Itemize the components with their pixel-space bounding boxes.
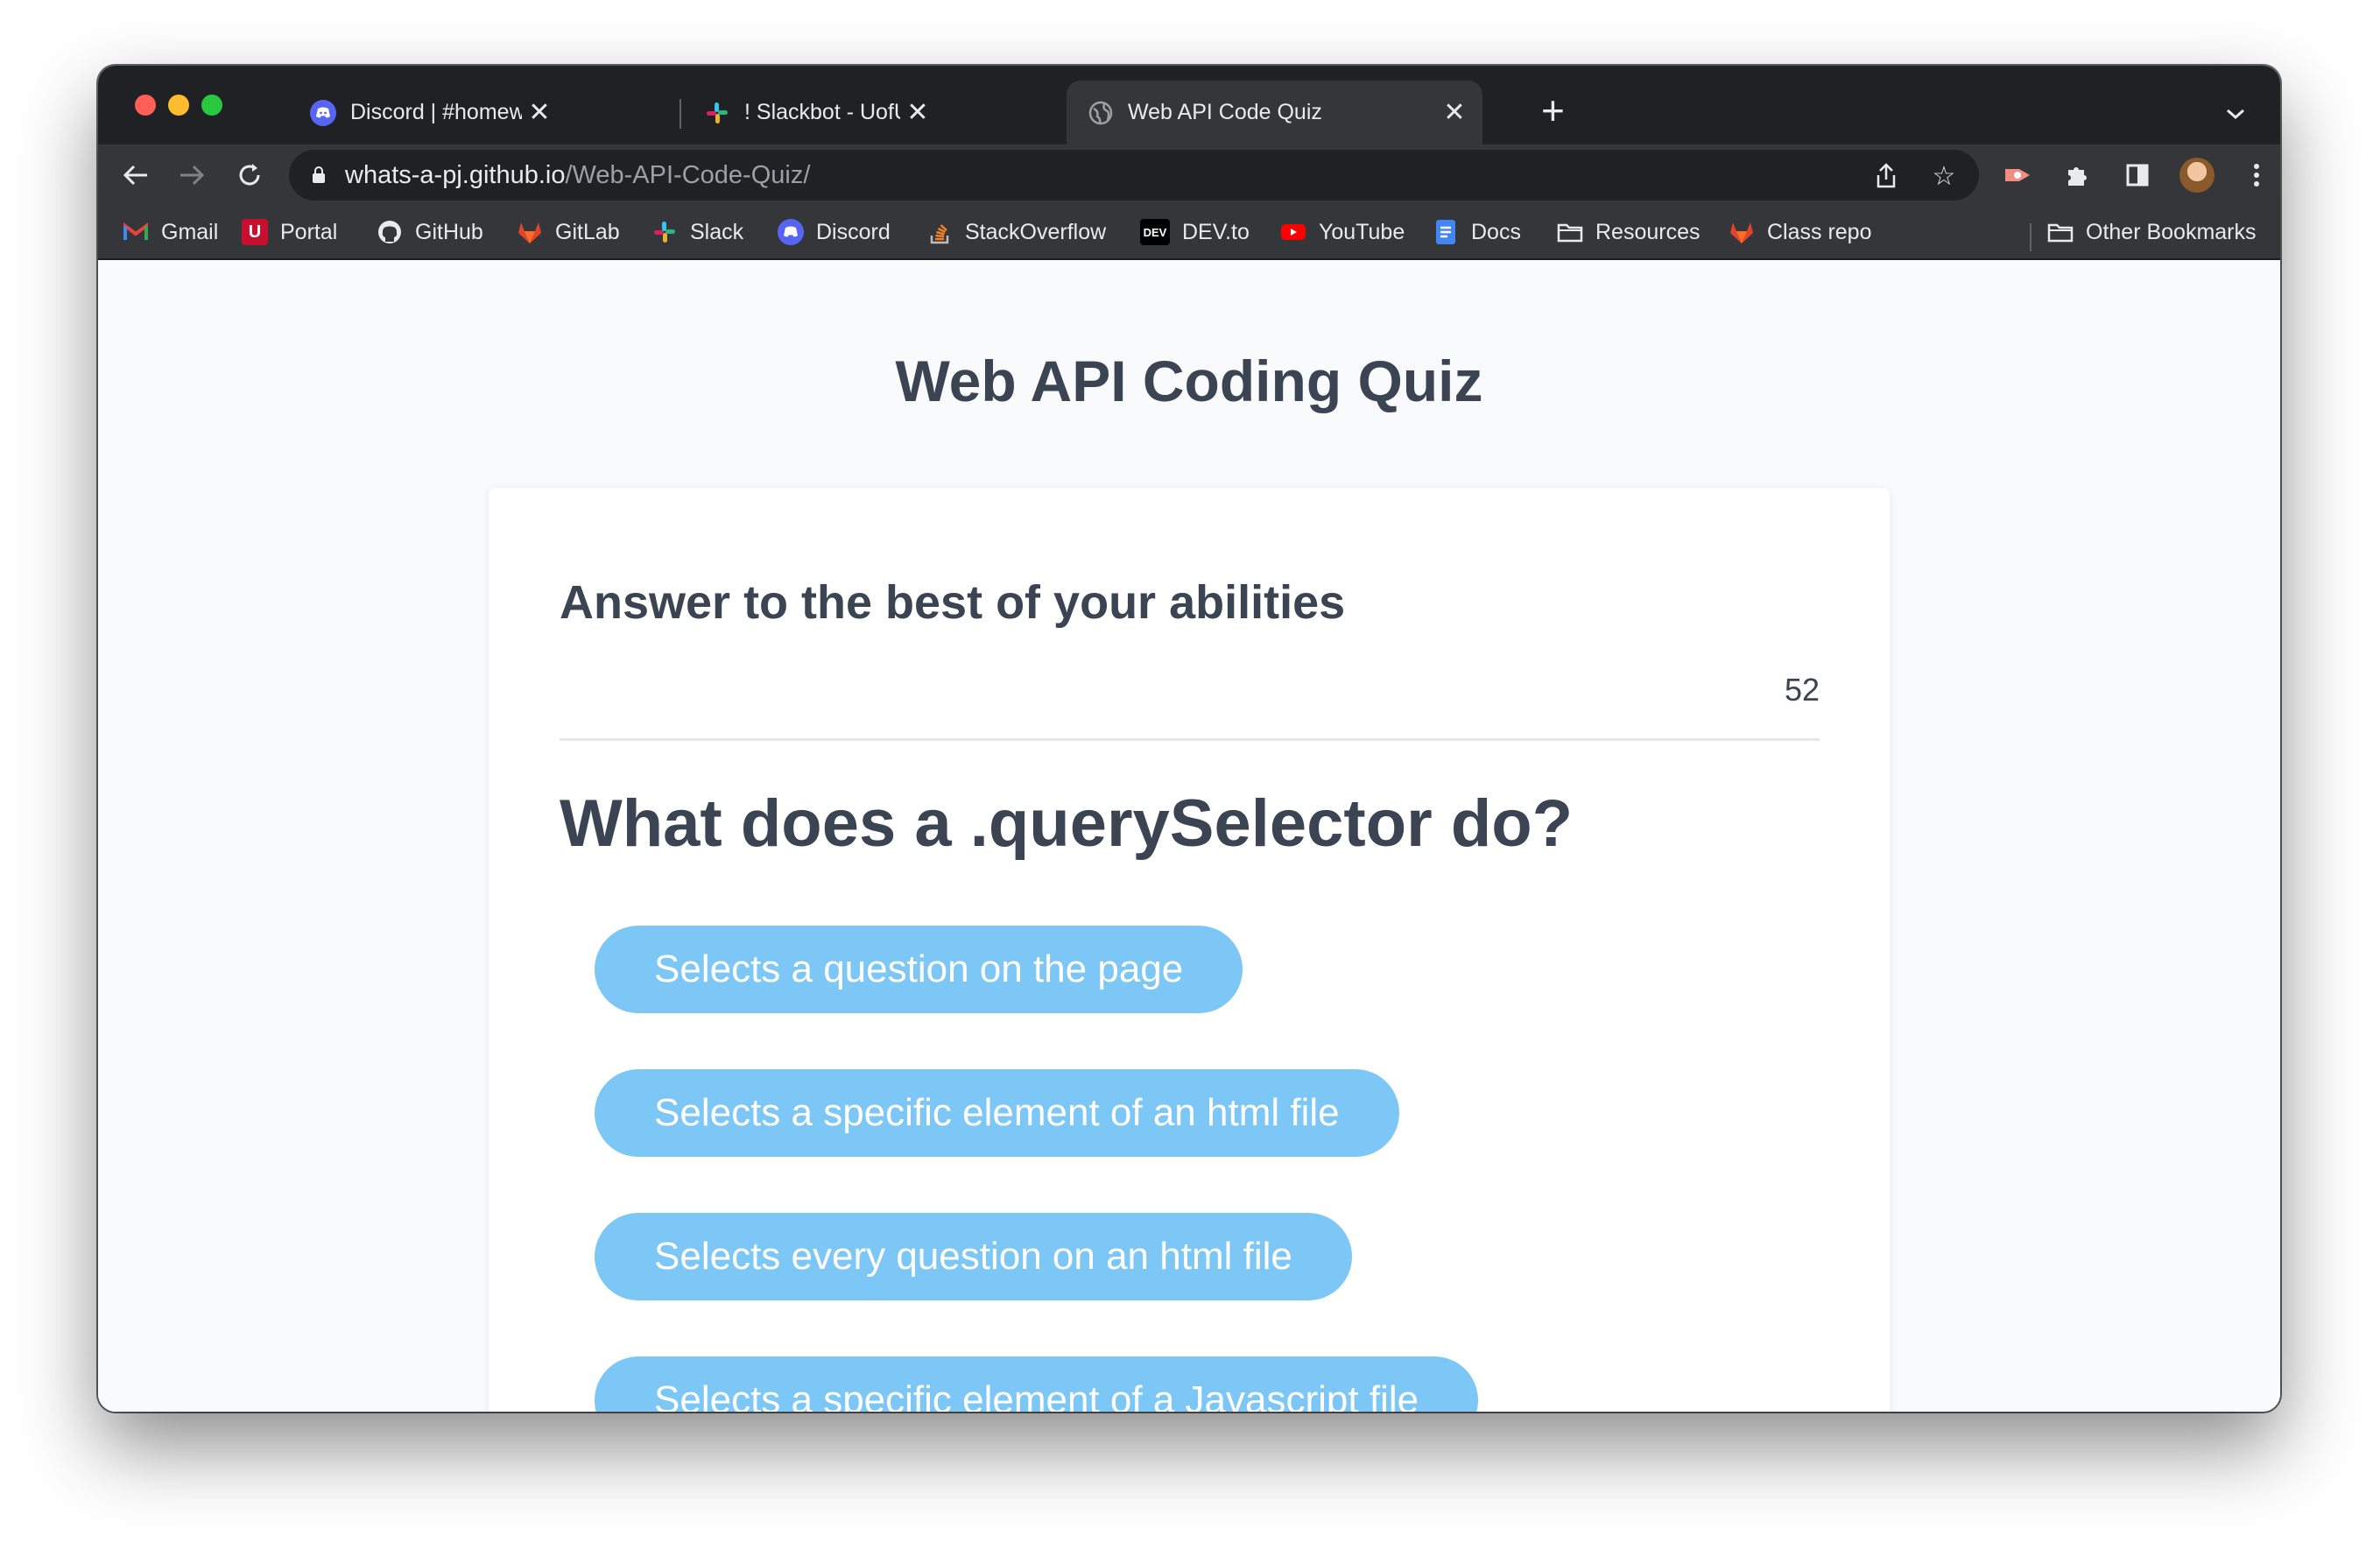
bookmark-github[interactable]: GitHub xyxy=(377,215,483,250)
reload-button[interactable] xyxy=(228,153,271,197)
slack-icon xyxy=(651,219,678,245)
devto-icon: DEV xyxy=(1140,219,1170,245)
lock-icon[interactable] xyxy=(312,166,326,184)
bookmark-label: Discord xyxy=(816,219,891,244)
bookmark-label: GitLab xyxy=(555,219,620,244)
quiz-card: Answer to the best of your abilities 52 … xyxy=(489,488,1890,1412)
tab-title: Discord | #homework-help | Uo xyxy=(350,100,522,124)
bookmark-devto[interactable]: DEV DEV.to xyxy=(1140,215,1250,250)
bookmarks-divider xyxy=(2030,223,2031,251)
bookmark-gmail[interactable]: Gmail xyxy=(123,215,218,250)
page-content: Web API Coding Quiz Answer to the best o… xyxy=(98,260,2280,1412)
url-host: whats-a-pj.github.io xyxy=(345,160,566,189)
gitlab-icon xyxy=(1729,219,1755,245)
browser-window: Discord | #homework-help | Uo ✕ ! Slackb… xyxy=(98,66,2280,1412)
bookmark-class-repo[interactable]: Class repo xyxy=(1729,215,1872,250)
extensions-area xyxy=(1996,153,2278,197)
bookmark-portal[interactable]: U Portal xyxy=(242,215,337,250)
minimize-window-button[interactable] xyxy=(168,95,189,116)
bookmark-label: Docs xyxy=(1471,219,1521,244)
bookmark-label: GitHub xyxy=(415,219,483,244)
tab-slack[interactable]: ! Slackbot - UofU-VIRT-FSF-PT ✕ xyxy=(683,81,946,144)
bookmark-label: StackOverflow xyxy=(965,219,1107,244)
bookmark-label: Portal xyxy=(280,219,338,244)
bookmarks-bar: Gmail U Portal GitHub GitLab Slack Disco… xyxy=(98,206,2280,260)
answer-button-2[interactable]: Selects a specific element of an html fi… xyxy=(595,1069,1399,1157)
close-window-button[interactable] xyxy=(135,95,156,116)
discord-icon xyxy=(310,99,336,126)
portal-icon: U xyxy=(242,219,268,245)
tab-strip: Discord | #homework-help | Uo ✕ ! Slackb… xyxy=(98,66,2280,144)
globe-icon xyxy=(1088,100,1114,126)
bookmark-discord[interactable]: Discord xyxy=(778,215,891,250)
bookmark-slack[interactable]: Slack xyxy=(651,215,743,250)
tab-title: Web API Code Quiz xyxy=(1128,100,1322,124)
question-text: What does a .querySelector do? xyxy=(560,786,1574,861)
youtube-icon xyxy=(1280,219,1306,245)
tab-search-chevron-icon[interactable] xyxy=(2226,99,2245,126)
divider xyxy=(560,738,1820,741)
puzzle-icon[interactable] xyxy=(2056,153,2100,197)
github-icon xyxy=(377,219,403,245)
discord-icon xyxy=(778,219,804,245)
answer-button-1[interactable]: Selects a question on the page xyxy=(595,926,1243,1013)
url-path: /Web-API-Code-Quiz/ xyxy=(565,160,811,189)
close-tab-icon[interactable]: ✕ xyxy=(900,97,935,128)
quiz-instructions: Answer to the best of your abilities xyxy=(560,576,1346,629)
docs-icon xyxy=(1433,219,1459,245)
answer-button-3[interactable]: Selects every question on an html file xyxy=(595,1213,1352,1300)
back-button[interactable] xyxy=(114,153,158,197)
menu-kebab-icon[interactable] xyxy=(2235,153,2278,197)
bookmark-label: Other Bookmarks xyxy=(2086,219,2257,244)
bookmark-youtube[interactable]: YouTube xyxy=(1280,215,1405,250)
profile-avatar[interactable] xyxy=(2175,153,2219,197)
bookmark-stackoverflow[interactable]: StackOverflow xyxy=(926,215,1106,250)
gitlab-icon xyxy=(517,219,543,245)
tab-web-api-code-quiz[interactable]: Web API Code Quiz ✕ xyxy=(1067,81,1482,144)
bookmark-label: Slack xyxy=(690,219,744,244)
bookmark-gitlab[interactable]: GitLab xyxy=(517,215,620,250)
bookmark-resources[interactable]: Resources xyxy=(1557,215,1701,250)
bookmark-label: YouTube xyxy=(1319,219,1405,244)
bookmark-docs[interactable]: Docs xyxy=(1433,215,1521,250)
window-controls xyxy=(135,95,222,116)
share-icon[interactable] xyxy=(1870,160,1902,192)
page-title: Web API Coding Quiz xyxy=(895,349,1483,413)
gmail-icon xyxy=(123,219,149,245)
close-tab-icon[interactable]: ✕ xyxy=(1437,97,1472,128)
folder-icon xyxy=(2047,219,2074,245)
browser-toolbar: whats-a-pj.github.io/Web-API-Code-Quiz/ … xyxy=(98,144,2280,206)
bookmark-label: Gmail xyxy=(161,219,219,244)
bookmark-label: Resources xyxy=(1595,219,1701,244)
bookmark-label: Class repo xyxy=(1767,219,1872,244)
address-bar[interactable]: whats-a-pj.github.io/Web-API-Code-Quiz/ … xyxy=(289,150,1979,201)
timer-countdown: 52 xyxy=(1784,672,1820,708)
tab-divider xyxy=(679,99,681,129)
slack-icon xyxy=(704,100,730,126)
close-tab-icon[interactable]: ✕ xyxy=(522,97,557,128)
bookmark-other-bookmarks[interactable]: Other Bookmarks xyxy=(2047,215,2257,250)
new-tab-button[interactable]: + xyxy=(1541,90,1565,130)
zoom-window-button[interactable] xyxy=(201,95,222,116)
side-panel-icon[interactable] xyxy=(2116,153,2159,197)
extension-icon[interactable] xyxy=(1996,153,2040,197)
tab-discord[interactable]: Discord | #homework-help | Uo ✕ xyxy=(289,81,567,144)
answer-button-4[interactable]: Selects a specific element of a Javascri… xyxy=(595,1356,1479,1412)
forward-button[interactable] xyxy=(170,153,214,197)
stackoverflow-icon xyxy=(926,219,953,245)
bookmark-label: DEV.to xyxy=(1182,219,1250,244)
tab-title: ! Slackbot - UofU-VIRT-FSF-PT xyxy=(744,100,900,124)
bookmark-star-icon[interactable]: ☆ xyxy=(1928,160,1960,192)
folder-icon xyxy=(1557,219,1583,245)
